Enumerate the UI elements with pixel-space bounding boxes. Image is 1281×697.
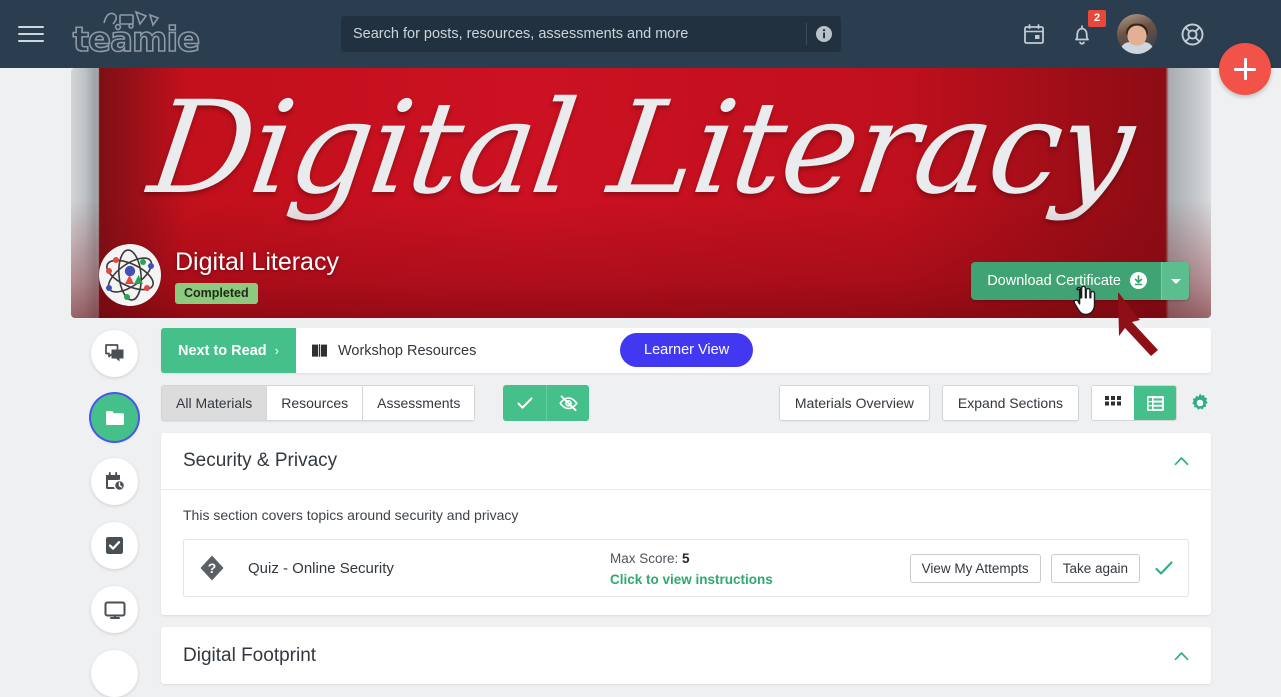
materials-toolbar: All Materials Resources Assessments Mate…: [161, 385, 1211, 421]
chat-bubbles-icon: [105, 344, 124, 362]
mark-complete-toggle[interactable]: [503, 385, 546, 421]
brand-name: teamie: [72, 19, 201, 61]
workshop-resources-link[interactable]: Workshop Resources: [296, 343, 476, 359]
section-digital-footprint: Digital Footprint: [161, 627, 1211, 684]
tab-resources[interactable]: Resources: [266, 385, 363, 421]
list-view-button[interactable]: [1134, 386, 1176, 420]
view-instructions-link[interactable]: Click to view instructions: [610, 572, 773, 587]
download-certificate-label: Download Certificate: [987, 272, 1121, 289]
material-filter-tabs: All Materials Resources Assessments: [161, 385, 476, 421]
max-score-value: 5: [682, 551, 690, 566]
max-score-label: Max Score:: [610, 551, 679, 566]
svg-text:?: ?: [208, 560, 217, 576]
eye-slash-icon: [559, 395, 578, 412]
download-options-caret[interactable]: [1161, 262, 1189, 300]
gear-icon: [1192, 393, 1208, 410]
grid-view-button[interactable]: [1092, 386, 1134, 420]
info-icon[interactable]: [807, 25, 841, 43]
learner-view-button[interactable]: Learner View: [620, 333, 754, 367]
hamburger-menu-icon[interactable]: [18, 19, 48, 49]
download-certificate-button[interactable]: Download Certificate: [971, 262, 1161, 300]
check-icon: [517, 397, 533, 409]
sidebar-item-classroom[interactable]: [91, 586, 138, 633]
course-banner: Digital Literacy Digital Literacy Comple…: [71, 68, 1211, 318]
calendar-icon[interactable]: [1021, 21, 1047, 47]
sidebar-item-schedule[interactable]: [91, 458, 138, 505]
calendar-clock-icon: [105, 471, 125, 491]
grid-icon: [1105, 396, 1121, 406]
list-icon: [1146, 395, 1164, 411]
search-bar[interactable]: [341, 16, 841, 52]
completion-filter-group: [503, 385, 590, 421]
hide-completed-toggle[interactable]: [546, 385, 589, 421]
create-new-button[interactable]: [1219, 43, 1271, 95]
sidebar-item-more[interactable]: [91, 650, 138, 697]
material-row-quiz[interactable]: ? Quiz - Online Security Max Score: 5 Cl…: [183, 539, 1189, 597]
material-title: Quiz - Online Security: [248, 559, 394, 577]
atom-icon: [99, 244, 161, 306]
course-toolbar-card: Next to Read › Workshop Resources Learne…: [161, 328, 1211, 373]
next-to-read-button[interactable]: Next to Read ›: [161, 328, 296, 373]
sidebar-item-chat[interactable]: [91, 330, 138, 377]
view-mode-group: [1091, 385, 1177, 421]
notifications-bell-icon[interactable]: 2: [1069, 10, 1106, 47]
completed-check-icon: [1155, 561, 1173, 575]
teamie-logo[interactable]: teamie: [72, 9, 201, 61]
workshop-resources-label: Workshop Resources: [337, 342, 477, 359]
folder-icon: [105, 410, 124, 425]
sidebar-item-tasks[interactable]: [91, 522, 138, 569]
section-title: Digital Footprint: [183, 644, 317, 666]
material-actions: View My Attempts Take again: [909, 553, 1174, 583]
top-navigation-bar: teamie 2: [0, 0, 1281, 68]
chevron-up-icon[interactable]: [1174, 651, 1189, 661]
course-sidebar-rail: [91, 330, 138, 697]
checkbox-icon: [106, 537, 123, 554]
section-title: Security & Privacy: [183, 450, 338, 471]
sidebar-item-materials[interactable]: [91, 394, 138, 441]
view-my-attempts-button[interactable]: View My Attempts: [909, 553, 1041, 583]
tab-assessments[interactable]: Assessments: [362, 385, 476, 421]
section-security-privacy: Security & Privacy This section covers t…: [161, 433, 1211, 615]
expand-sections-button[interactable]: Expand Sections: [941, 385, 1079, 421]
section-header[interactable]: Security & Privacy: [161, 433, 1211, 490]
tab-all-materials[interactable]: All Materials: [161, 385, 267, 421]
course-title: Digital Literacy: [175, 247, 339, 276]
section-header[interactable]: Digital Footprint: [161, 627, 1211, 684]
download-circle-icon: [1130, 272, 1147, 289]
search-input[interactable]: [341, 26, 806, 42]
section-description: This section covers topics around securi…: [183, 507, 519, 523]
materials-overview-button[interactable]: Materials Overview: [778, 385, 930, 421]
download-certificate-group: Download Certificate: [971, 262, 1189, 300]
next-to-read-label: Next to Read: [178, 342, 267, 359]
book-icon: [311, 344, 327, 357]
chevron-down-icon: [1170, 278, 1181, 284]
main-content: Next to Read › Workshop Resources Learne…: [161, 328, 1211, 684]
notification-badge: 2: [1088, 10, 1106, 27]
quiz-diamond-icon: ?: [198, 554, 226, 582]
settings-gear-icon[interactable]: [1189, 392, 1211, 414]
course-identity: Digital Literacy Completed: [99, 244, 339, 306]
take-again-button[interactable]: Take again: [1050, 553, 1140, 583]
chevron-right-icon: ›: [274, 343, 279, 358]
material-max-score: Max Score: 5: [610, 551, 690, 566]
lifebuoy-help-icon[interactable]: [1179, 21, 1205, 47]
chevron-up-icon[interactable]: [1174, 456, 1189, 466]
toolbar-right-actions: Materials Overview Expand Sections: [778, 385, 1211, 421]
monitor-icon: [104, 601, 125, 619]
user-avatar[interactable]: [1117, 14, 1157, 54]
status-badge: Completed: [175, 283, 258, 304]
section-body: This section covers topics around securi…: [161, 490, 1211, 615]
